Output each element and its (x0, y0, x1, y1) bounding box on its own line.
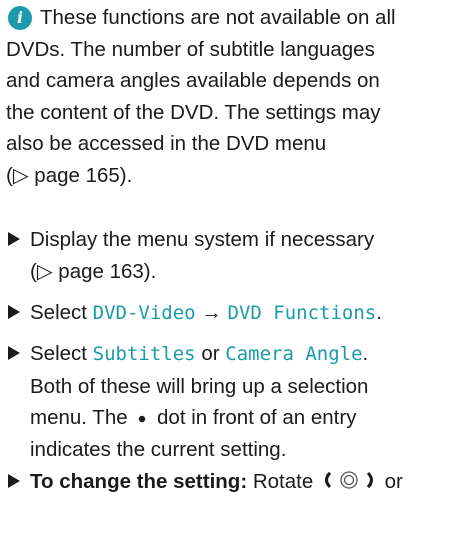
menu-arrow: → (195, 301, 228, 324)
step-display-menu: Display the menu system if necessary (▷ … (8, 224, 452, 287)
text: dot in front of an entry (151, 406, 357, 429)
dot-icon (139, 415, 146, 423)
text: Select (30, 342, 93, 365)
step-arrow-icon (8, 232, 20, 246)
text: Rotate (247, 470, 319, 493)
menu-item-dvd-video: DVD-Video (92, 302, 196, 324)
step-line: To change the setting: Rotate or (8, 466, 452, 498)
text: menu. The (30, 406, 134, 429)
info-line: (▷ page 165). (6, 163, 133, 187)
step-line: Select DVD-Video → DVD Functions. (8, 297, 452, 330)
info-line: the content of the DVD. The settings may (6, 100, 381, 124)
menu-item-camera-angle: Camera Angle (225, 343, 363, 365)
step-line: indicates the current setting. (30, 437, 287, 461)
text: . (362, 342, 369, 365)
menu-item-dvd-functions: DVD Functions (227, 302, 377, 324)
step-line: Display the menu system if necessary (30, 228, 375, 251)
step-line: (▷ page 163). (30, 259, 157, 283)
info-line: and camera angles available depends on (6, 69, 380, 92)
step-heading: To change the setting: (30, 470, 248, 493)
info-text: These functions are not available on all… (6, 2, 450, 191)
manual-page: i These functions are not available on a… (0, 0, 454, 549)
step-select-dvd-functions: Select DVD-Video → DVD Functions. (8, 297, 452, 330)
rotate-controller-icon (324, 471, 373, 489)
step-arrow-icon (8, 346, 20, 360)
info-line: also be accessed in the DVD menu (6, 132, 327, 155)
text: Select (30, 301, 93, 324)
info-line: DVDs. The number of subtitle languages (6, 37, 375, 61)
step-line: menu. The dot in front of an entry (8, 402, 452, 434)
step-select-option: Select Subtitles or Camera Angle. Both o… (8, 338, 452, 465)
step-arrow-icon (8, 305, 20, 319)
step-change-setting: To change the setting: Rotate or (8, 466, 452, 498)
text: . (376, 301, 382, 324)
step-line: Both of these will bring up a selection (30, 374, 369, 398)
info-line: These functions are not available on all (40, 6, 396, 29)
text: or (195, 342, 226, 365)
text: or (378, 470, 403, 493)
step-arrow-icon (8, 474, 20, 488)
menu-item-subtitles: Subtitles (92, 343, 196, 365)
step-line: Select Subtitles or Camera Angle. (8, 338, 452, 371)
